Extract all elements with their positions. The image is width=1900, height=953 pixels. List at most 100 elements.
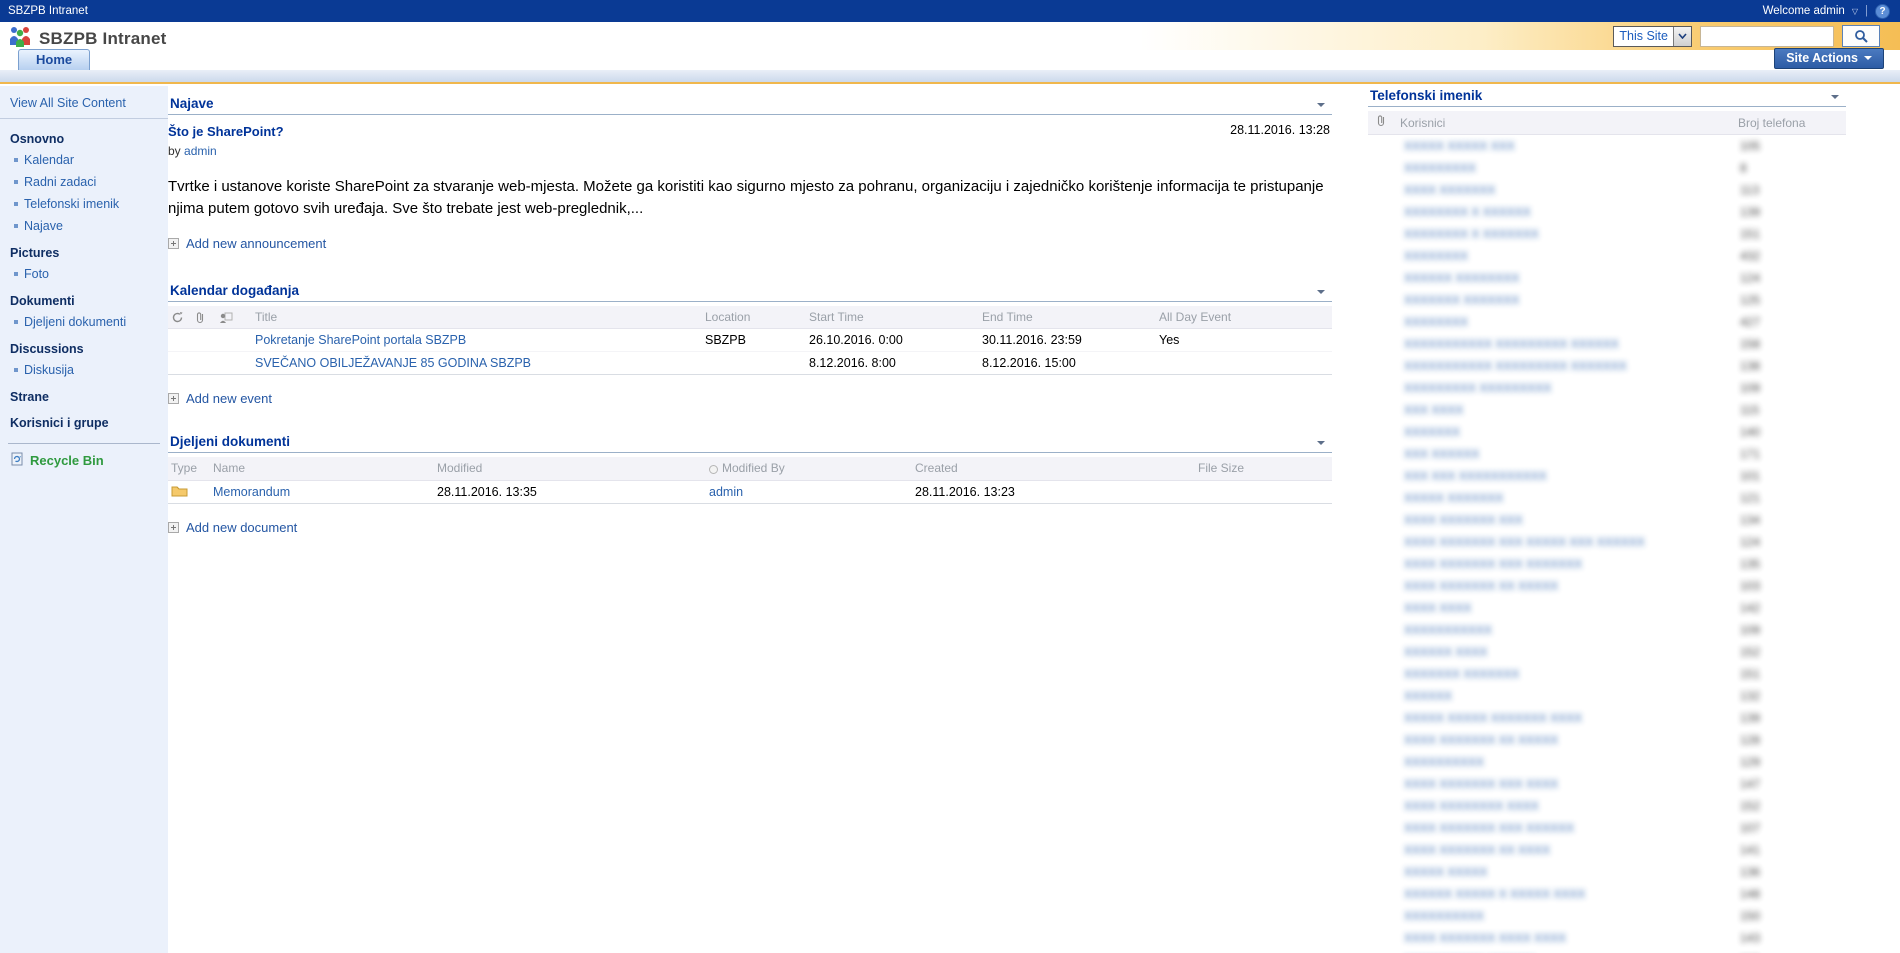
presence-icon <box>709 465 718 474</box>
phonebook-user-link[interactable]: XXXXXXXXXX <box>1404 909 1484 923</box>
phonebook-user-link[interactable]: XXXX XXXXXXX XXX XXXXXX <box>1404 821 1574 835</box>
help-icon[interactable]: ? <box>1875 4 1890 19</box>
phonebook-row: XXXXXX XXXXX X XXXXX XXXX148 <box>1368 883 1846 905</box>
phonebook-user-link[interactable]: XXXXXXXXXXX XXXXXXXXX XXXXXXX <box>1404 359 1627 373</box>
phonebook-user-link[interactable]: XXXXXX XXXXX X XXXXX XXXX <box>1404 887 1585 901</box>
documents-menu-button[interactable] <box>1314 437 1328 449</box>
event-link[interactable]: SVEČANO OBILJEŽAVANJE 85 GODINA SBZPB <box>255 356 531 370</box>
phonebook-user-link[interactable]: XXXX XXXXXXX XX XXXXX <box>1404 733 1558 747</box>
add-icon <box>168 238 179 249</box>
phonebook-user-link[interactable]: XXXXXXXXXX <box>1404 755 1484 769</box>
add-new-document-link[interactable]: Add new document <box>168 520 1332 535</box>
phonebook-user-link[interactable]: XXXX XXXXXXX XXX XXXXXXX <box>1404 557 1582 571</box>
phonebook-user-link[interactable]: XXXXX XXXXX XXXXXXX XXXX <box>1404 711 1582 725</box>
announcement-author-link[interactable]: admin <box>184 144 217 158</box>
phonebook-user-link[interactable]: XXX XXXX <box>1404 403 1463 417</box>
modified-by-link[interactable]: admin <box>709 485 743 499</box>
phonebook-user-link[interactable]: XXXXXXXXXXX XXXXXXXXX XXXXXX <box>1404 337 1619 351</box>
sidebar-section-discussions[interactable]: Discussions <box>0 333 168 359</box>
phonebook-user-link[interactable]: XXXXXXXXX <box>1404 161 1476 175</box>
phonebook-number: 115 <box>1740 403 1759 417</box>
calendar-menu-button[interactable] <box>1314 286 1328 298</box>
phonebook-user-link[interactable]: XXXX XXXXXXX XXX XXXXX XXX XXXXXX <box>1404 535 1645 549</box>
sidebar-section-korisnici-i-grupe[interactable]: Korisnici i grupe <box>0 407 168 433</box>
phonebook-user-link[interactable]: XXXXXXX XXXXXXX <box>1404 293 1519 307</box>
phonebook-row: XXXX XXXXXXX XX XXXX141 <box>1368 839 1846 861</box>
sidebar-item-label: Radni zadaci <box>24 175 96 189</box>
add-new-announcement-link[interactable]: Add new announcement <box>168 236 1332 251</box>
phonebook-user-link[interactable]: XXXXXX <box>1404 689 1452 703</box>
sidebar-section-dokumenti[interactable]: Dokumenti <box>0 285 168 311</box>
calendar-row: Pokretanje SharePoint portala SBZPBSBZPB… <box>168 329 1332 352</box>
phonebook-number: 140 <box>1740 425 1760 439</box>
phonebook-user-link[interactable]: XXXXXXXX X XXXXXX <box>1404 205 1531 219</box>
sidebar-item-radni-zadaci[interactable]: Radni zadaci <box>0 171 168 193</box>
folder-icon <box>171 484 188 497</box>
document-link[interactable]: Memorandum <box>213 485 290 499</box>
phonebook-user-link[interactable]: XXXX XXXXXXX XX XXXX <box>1404 843 1550 857</box>
phonebook-user-link[interactable]: XXXXXX XXXX <box>1404 645 1487 659</box>
phonebook-row: XXXX XXXXXXX XX XXXXX103 <box>1368 575 1846 597</box>
cell-all-day: Yes <box>1156 329 1332 352</box>
welcome-chevron-icon[interactable]: ▽ <box>1852 7 1858 16</box>
phonebook-user-link[interactable]: XXXX XXXXXXX XXX XXXX <box>1404 777 1558 791</box>
phonebook-user-link[interactable]: XXXXX XXXXXXX <box>1404 491 1503 505</box>
phonebook-user-link[interactable]: XXXXX XXXXX XXX <box>1404 139 1515 153</box>
phonebook-user-link[interactable]: XXXXXXXXXXX <box>1404 623 1492 637</box>
phonebook-user-link[interactable]: XXXXXXX <box>1404 425 1460 439</box>
site-banner: SBZPB Intranet This Site <box>0 22 1900 50</box>
sidebar-item-diskusija[interactable]: Diskusija <box>0 359 168 381</box>
search-scope-select[interactable]: This Site <box>1613 26 1692 47</box>
cell-modified-by: admin <box>706 480 912 503</box>
phonebook-user-link[interactable]: XXXX XXXX <box>1404 601 1471 615</box>
sidebar-section-strane[interactable]: Strane <box>0 381 168 407</box>
announcement-link[interactable]: Što je SharePoint? <box>168 124 284 139</box>
bullet-icon <box>14 272 18 276</box>
column-name: Name <box>210 457 434 480</box>
phonebook-menu-button[interactable] <box>1828 91 1842 103</box>
announcement-date: 28.11.2016. 13:28 <box>1230 123 1330 137</box>
sidebar-item-foto[interactable]: Foto <box>0 263 168 285</box>
phonebook-row: XXXXXXXXXXX109 <box>1368 619 1846 641</box>
search-input[interactable] <box>1700 26 1834 47</box>
event-link[interactable]: Pokretanje SharePoint portala SBZPB <box>255 333 466 347</box>
phonebook-user-link[interactable]: XXXX XXXXXXX XXXX XXXX <box>1404 931 1566 945</box>
add-new-event-link[interactable]: Add new event <box>168 391 1332 406</box>
phonebook-user-link[interactable]: XXXXXXXXX XXXXXXXXX <box>1404 381 1551 395</box>
phonebook-user-link[interactable]: XXXXXXXX X XXXXXXX <box>1404 227 1539 241</box>
phonebook-number: 138 <box>1740 359 1760 373</box>
phonebook-number: 113 <box>1740 183 1759 197</box>
title-band <box>0 70 1900 84</box>
sidebar-item-label: Diskusija <box>24 363 74 377</box>
phonebook-user-link[interactable]: XXXXXXX XXXXXXX <box>1404 667 1519 681</box>
phonebook-user-link[interactable]: XXX XXXXXX <box>1404 447 1479 461</box>
view-all-site-content-link[interactable]: View All Site Content <box>0 86 168 119</box>
phonebook-user-link[interactable]: XXXXXX XXXXXXXX <box>1404 271 1519 285</box>
phonebook-user-link[interactable]: XXXXXXXX <box>1404 249 1468 263</box>
sidebar-section-pictures[interactable]: Pictures <box>0 237 168 263</box>
portal-title: SBZPB Intranet <box>8 5 88 17</box>
site-actions-button[interactable]: Site Actions <box>1774 48 1884 69</box>
scope-dropdown-icon[interactable] <box>1673 27 1691 46</box>
sidebar-item-telefonski-imenik[interactable]: Telefonski imenik <box>0 193 168 215</box>
sidebar-item-kalendar[interactable]: Kalendar <box>0 149 168 171</box>
phonebook-user-link[interactable]: XXXX XXXXXXXX XXXX <box>1404 799 1539 813</box>
phonebook-user-link[interactable]: XXXX XXXXXXX XX XXXXX <box>1404 579 1558 593</box>
sidebar-section-osnovno[interactable]: Osnovno <box>0 123 168 149</box>
welcome-menu[interactable]: Welcome admin <box>1763 5 1845 17</box>
search-button[interactable] <box>1842 25 1880 47</box>
phonebook-user-link[interactable]: XXXX XXXXXXX <box>1404 183 1495 197</box>
phonebook-row: XXXXXXXX X XXXXXXX151 <box>1368 223 1846 245</box>
announcements-menu-button[interactable] <box>1314 99 1328 111</box>
sidebar-item-recycle-bin[interactable]: Recycle Bin <box>0 444 168 477</box>
sidebar-item-djeljeni-dokumenti[interactable]: Djeljeni dokumenti <box>0 311 168 333</box>
phonebook-user-link[interactable]: XXX XXX XXXXXXXXXXX <box>1404 469 1547 483</box>
phonebook-user-link[interactable]: XXXX XXXXXXX XXX <box>1404 513 1523 527</box>
phonebook-row: XXXXXXXX X XXXXXX139 <box>1368 201 1846 223</box>
phonebook-user-link[interactable]: XXXXX XXXXX <box>1404 865 1487 879</box>
phonebook-user-link[interactable]: XXXXXXXX <box>1404 315 1468 329</box>
column-modified-by: Modified By <box>706 457 912 480</box>
sidebar-item-najave[interactable]: Najave <box>0 215 168 237</box>
tab-home[interactable]: Home <box>18 49 90 70</box>
phonebook-row: XXXXXXXXXX150 <box>1368 905 1846 927</box>
